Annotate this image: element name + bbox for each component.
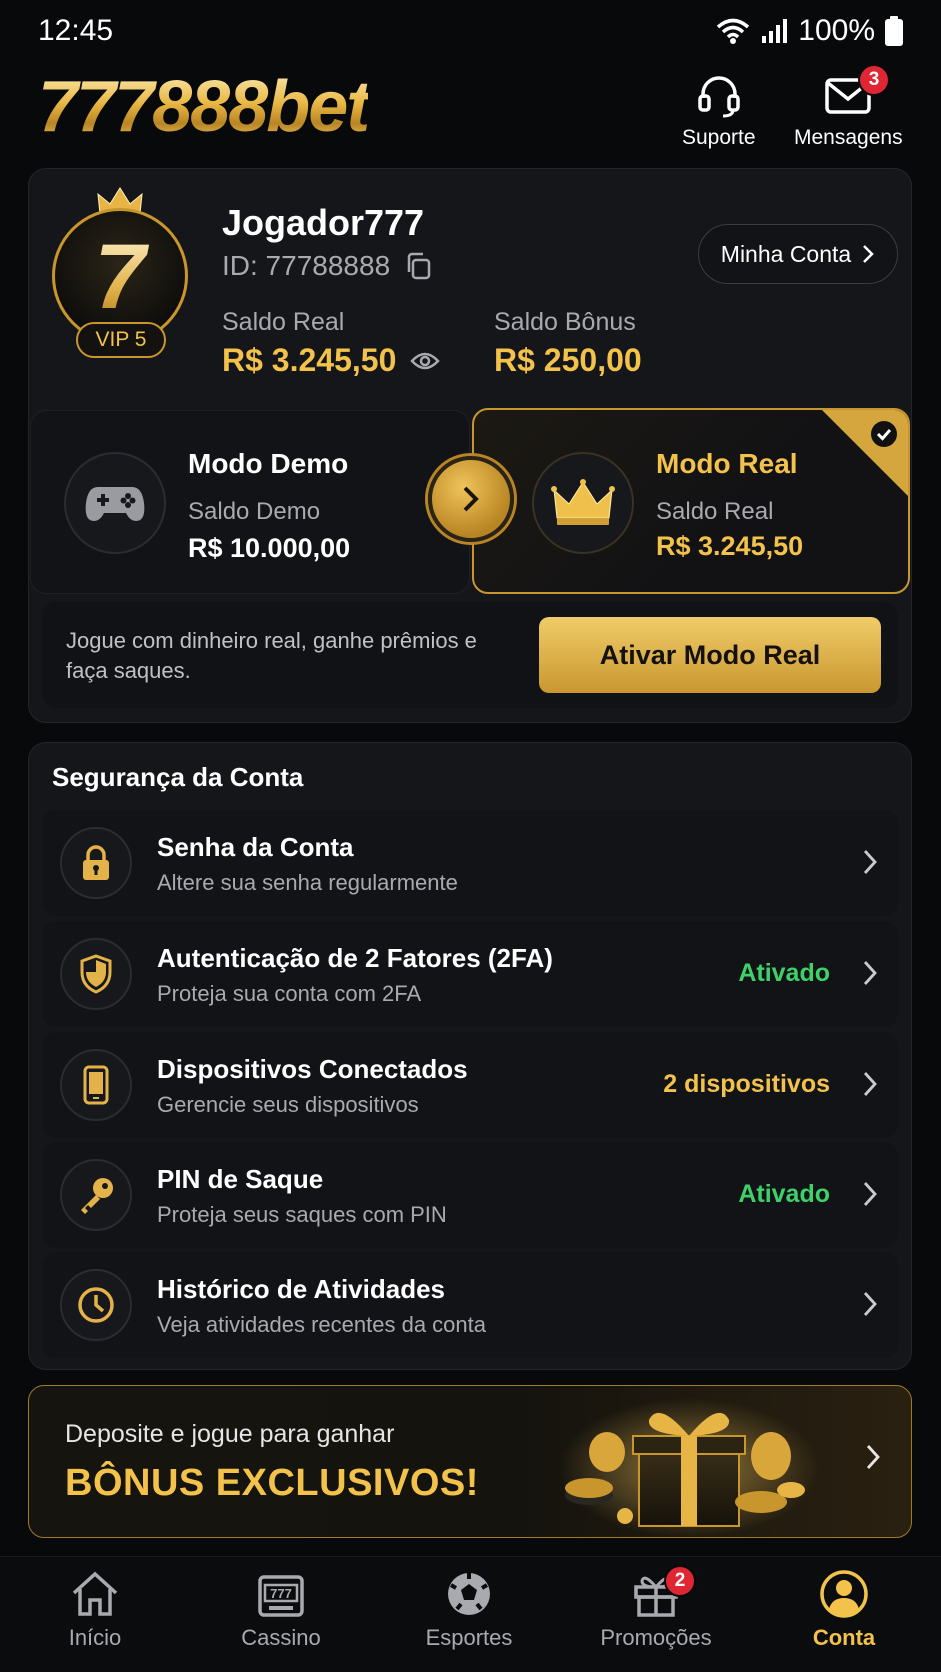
nav-label: Conta <box>812 1625 876 1650</box>
nav-account[interactable]: Conta <box>764 1569 924 1651</box>
status-time: 12:45 <box>38 14 114 47</box>
wifi-icon <box>717 18 750 44</box>
real-balance-label: Saldo Real <box>222 308 345 336</box>
nav-sports[interactable]: Esportes <box>389 1569 549 1651</box>
security-item-title: PIN de Saque <box>157 1164 324 1194</box>
clock-icon-circle <box>60 1269 132 1341</box>
security-item-subtitle: Gerencie seus dispositivos <box>157 1092 419 1117</box>
gift-box-icon <box>559 1398 819 1536</box>
key-icon <box>81 1178 113 1214</box>
demo-mode-title: Modo Demo <box>188 448 349 479</box>
promotions-badge: 2 <box>664 1565 696 1597</box>
real-balance-value: R$ 3.245,50 <box>222 342 397 378</box>
security-item-status: Ativado <box>738 1180 830 1208</box>
crown-icon <box>551 479 615 525</box>
nav-label: Promoções <box>600 1625 712 1650</box>
avatar-symbol: 7 <box>55 225 185 330</box>
security-item-devices[interactable]: Dispositivos Conectados Gerencie seus di… <box>42 1032 898 1138</box>
chevron-right-icon <box>863 245 874 263</box>
bonus-balance-label: Saldo Bônus <box>494 308 636 336</box>
promo-line2: BÔNUS EXCLUSIVOS! <box>65 1462 479 1504</box>
nav-label: Início <box>68 1625 122 1650</box>
nav-home[interactable]: Início <box>15 1569 175 1651</box>
real-balance-value-mode: R$ 3.245,50 <box>656 531 804 561</box>
real-balance-row: R$ 3.245,50 <box>222 342 441 379</box>
chevron-right-icon <box>463 486 479 512</box>
status-icons: 100% <box>716 14 903 48</box>
real-mode-title: Modo Real <box>656 448 798 479</box>
security-item-title: Dispositivos Conectados <box>157 1054 468 1084</box>
shield-icon <box>80 954 112 994</box>
chevron-right-icon <box>863 1072 877 1096</box>
headset-icon <box>698 76 740 118</box>
bottom-nav: Início 777 Cassino Esportes Promoções 2 <box>0 1556 941 1672</box>
my-account-button[interactable]: Minha Conta <box>698 224 898 284</box>
bonus-balance-value: R$ 250,00 <box>494 342 642 378</box>
battery-icon <box>885 16 903 46</box>
messages-badge: 3 <box>858 64 890 96</box>
promo-line1: Deposite e jogue para ganhar <box>65 1420 395 1448</box>
phone-icon <box>83 1065 109 1105</box>
nav-casino[interactable]: 777 Cassino <box>201 1569 361 1651</box>
security-item-title: Autenticação de 2 Fatores (2FA) <box>157 943 553 973</box>
lock-icon-circle <box>60 827 132 899</box>
activate-real-mode-button[interactable]: Ativar Modo Real <box>539 617 881 693</box>
chevron-right-icon <box>863 850 877 874</box>
chevron-right-icon <box>863 1182 877 1206</box>
user-icon <box>820 1570 868 1618</box>
nav-label: Esportes <box>425 1625 513 1650</box>
nav-label: Cassino <box>241 1625 321 1650</box>
slot-glyph: 777 <box>270 1586 292 1601</box>
battery-percent: 100% <box>798 14 875 47</box>
security-item-password[interactable]: Senha da Conta Altere sua senha regularm… <box>42 810 898 916</box>
security-item-status: 2 dispositivos <box>663 1070 830 1098</box>
shield-icon-circle <box>60 938 132 1010</box>
my-account-label: Minha Conta <box>720 240 852 267</box>
slot-machine-icon: 777 <box>258 1575 304 1617</box>
clock-icon <box>78 1287 114 1323</box>
real-mode-description: Jogue com dinheiro real, ganhe prêmios e… <box>66 628 477 683</box>
switch-mode-button[interactable] <box>428 456 514 542</box>
soccer-ball-icon <box>448 1573 490 1615</box>
phone-icon-circle <box>60 1049 132 1121</box>
demo-icon-circle <box>64 452 166 554</box>
chevron-right-icon <box>863 961 877 985</box>
lock-icon <box>83 845 109 880</box>
signal-icon <box>762 19 788 43</box>
security-item-subtitle: Veja atividades recentes da conta <box>157 1312 487 1337</box>
copy-icon[interactable] <box>404 251 432 281</box>
demo-balance-value: R$ 10.000,00 <box>188 533 351 563</box>
status-bar: 12:45 100% <box>0 0 941 62</box>
key-icon-circle <box>60 1159 132 1231</box>
security-item-2fa[interactable]: Autenticação de 2 Fatores (2FA) Proteja … <box>42 921 898 1027</box>
security-item-subtitle: Altere sua senha regularmente <box>157 870 458 895</box>
username: Jogador777 <box>222 202 425 243</box>
brand-logo[interactable]: 777888bet <box>38 66 370 148</box>
user-id: ID: 77788888 <box>222 250 391 281</box>
nav-promotions[interactable]: Promoções <box>576 1569 736 1651</box>
security-item-title: Histórico de Atividades <box>157 1274 445 1304</box>
real-icon-circle <box>532 452 634 554</box>
user-id-row: ID: 77788888 <box>222 250 432 282</box>
gamepad-icon <box>85 487 145 521</box>
demo-balance-label: Saldo Demo <box>188 498 321 525</box>
security-item-status: Ativado <box>738 959 830 987</box>
security-item-subtitle: Proteja sua conta com 2FA <box>157 981 422 1006</box>
vip-badge: VIP 5 <box>76 322 166 358</box>
security-item-subtitle: Proteja seus saques com PIN <box>157 1202 447 1227</box>
support-label: Suporte <box>682 126 756 149</box>
check-icon <box>871 421 897 447</box>
security-item-pin[interactable]: PIN de Saque Proteja seus saques com PIN… <box>42 1142 898 1248</box>
chevron-right-icon <box>863 1292 877 1316</box>
real-balance-label-mode: Saldo Real <box>656 498 774 525</box>
support-button[interactable]: Suporte <box>682 72 756 150</box>
promo-banner[interactable]: Deposite e jogue para ganhar BÔNUS EXCLU… <box>28 1385 912 1538</box>
messages-label: Mensagens <box>794 126 903 149</box>
security-item-activity[interactable]: Histórico de Atividades Veja atividades … <box>42 1252 898 1358</box>
security-title: Segurança da Conta <box>52 762 304 792</box>
security-item-title: Senha da Conta <box>157 832 354 862</box>
eye-icon[interactable] <box>410 350 441 372</box>
home-icon <box>72 1571 118 1616</box>
chevron-right-icon <box>866 1445 880 1469</box>
